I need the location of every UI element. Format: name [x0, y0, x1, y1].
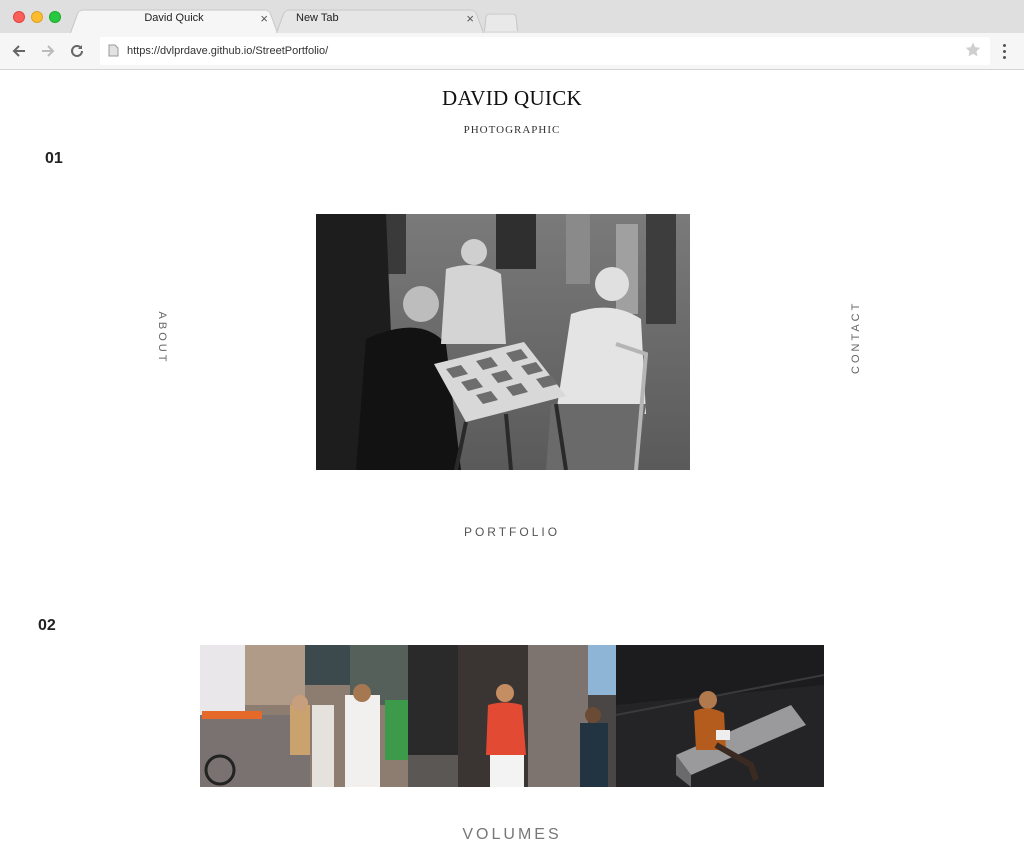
tab-david-quick[interactable]: David Quick × — [70, 7, 278, 33]
tab-title: New Tab — [296, 12, 339, 24]
address-bar[interactable]: https://dvlprdave.github.io/StreetPortfo… — [100, 37, 990, 65]
contact-link[interactable]: CONTACT — [850, 301, 862, 374]
menu-icon[interactable] — [996, 41, 1012, 61]
site-title[interactable]: DAVID QUICK — [0, 86, 1024, 111]
browser-toolbar: https://dvlprdave.github.io/StreetPortfo… — [0, 33, 1024, 70]
tab-new-tab[interactable]: New Tab × — [276, 7, 484, 33]
close-icon[interactable]: × — [260, 12, 268, 26]
close-icon[interactable]: × — [466, 12, 474, 26]
web-page: DAVID QUICK PHOTOGRAPHIC 01 ABOUT CONTAC… — [0, 70, 1024, 843]
section-number: 02 — [38, 617, 56, 634]
back-icon[interactable] — [9, 41, 29, 61]
maximize-window-button[interactable] — [49, 11, 61, 23]
reload-icon[interactable] — [67, 41, 87, 61]
url-text: https://dvlprdave.github.io/StreetPortfo… — [127, 45, 329, 57]
browser-chrome: David Quick × New Tab × https://dvlprdav… — [0, 0, 1024, 70]
section-number: 01 — [45, 150, 63, 167]
page-icon — [108, 44, 119, 57]
minimize-window-button[interactable] — [31, 11, 43, 23]
volumes-link[interactable]: VOLUMES — [0, 826, 1024, 844]
hero-photo[interactable] — [316, 214, 690, 470]
portfolio-link[interactable]: PORTFOLIO — [0, 525, 1024, 539]
tab-title: David Quick — [144, 12, 204, 24]
close-window-button[interactable] — [13, 11, 25, 23]
star-icon[interactable] — [964, 41, 982, 59]
photo-strip — [200, 645, 824, 787]
forward-icon[interactable] — [38, 41, 58, 61]
street-photo[interactable] — [200, 645, 408, 787]
about-link[interactable]: ABOUT — [156, 308, 168, 368]
tab-strip: David Quick × New Tab × — [0, 0, 1024, 33]
street-photo[interactable] — [616, 645, 824, 787]
new-tab-button[interactable] — [484, 11, 518, 31]
site-subtitle: PHOTOGRAPHIC — [463, 124, 561, 136]
street-photo[interactable] — [408, 645, 616, 787]
